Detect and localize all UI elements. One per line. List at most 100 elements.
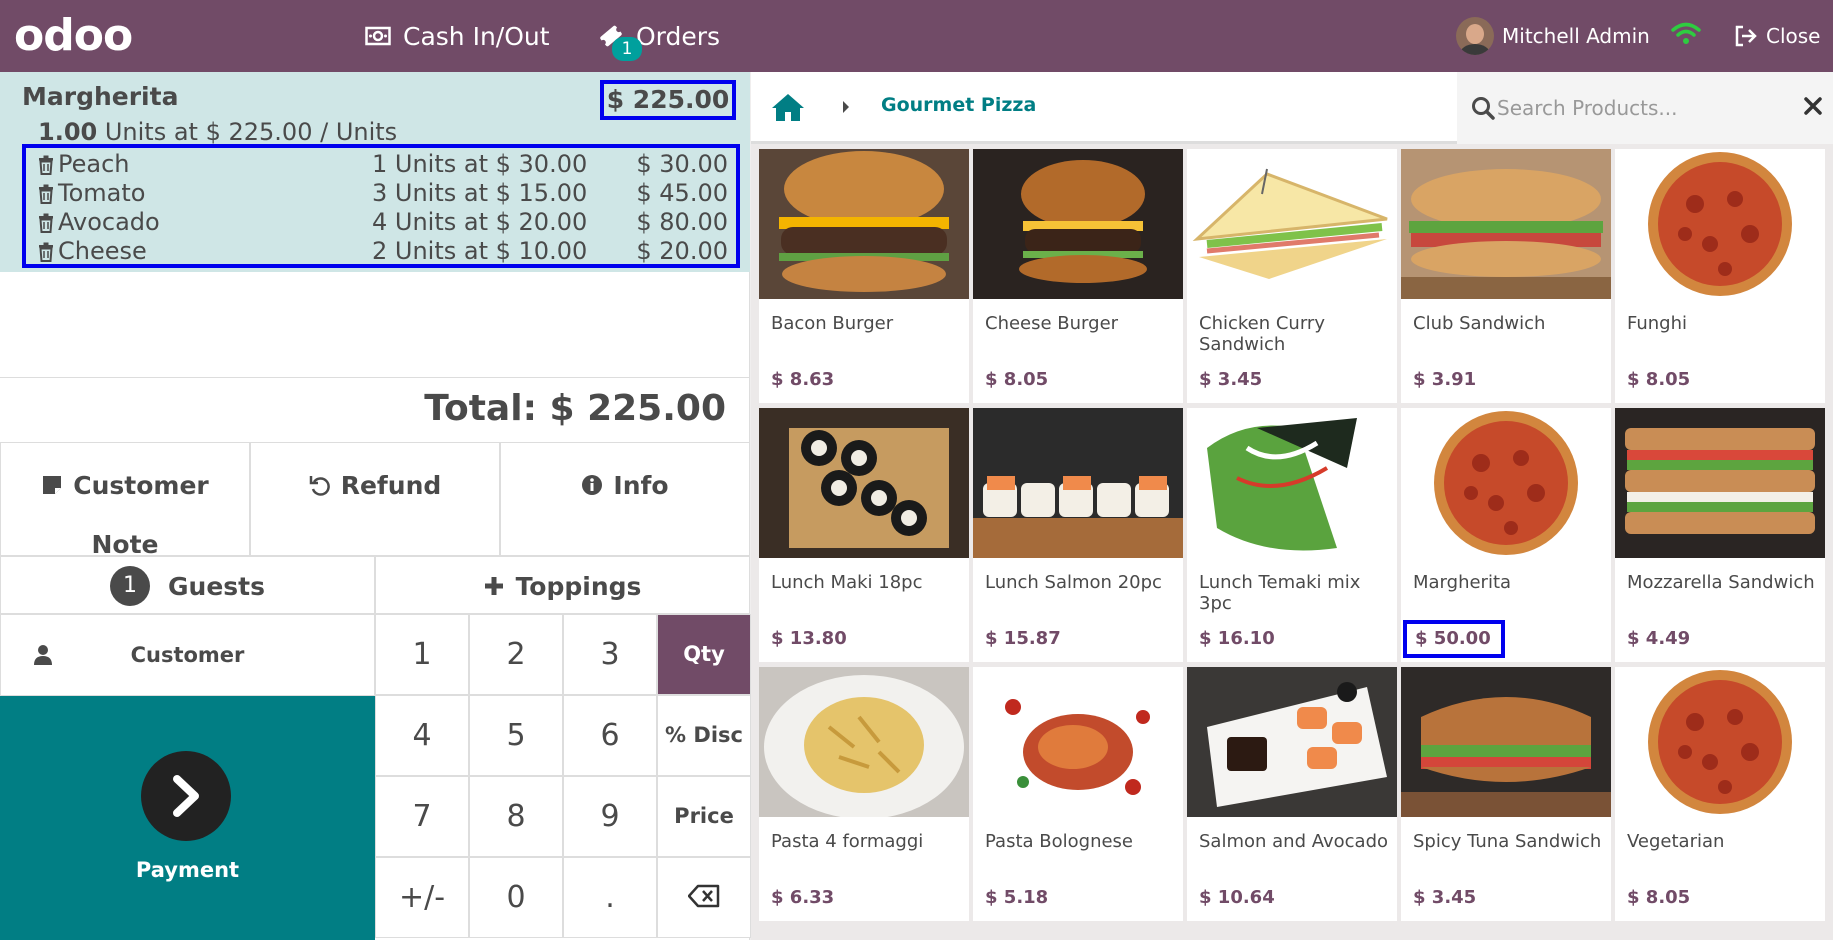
numpad-key-4[interactable]: 4 [375, 695, 469, 776]
home-icon[interactable] [771, 92, 805, 126]
money-bill-icon [365, 26, 391, 46]
product-card-mozzarella-sandwich[interactable]: Mozzarella Sandwich $ 4.49 [1615, 408, 1825, 662]
product-price: $ 3.45 [1199, 369, 1263, 390]
product-image [973, 408, 1183, 558]
search-box [1457, 72, 1833, 144]
info-circle-icon [581, 459, 603, 516]
product-price: $ 16.10 [1199, 628, 1275, 649]
product-card-lunch-salmon[interactable]: Lunch Salmon 20pc $ 15.87 [973, 408, 1183, 662]
toppings-content: Toppings [376, 557, 749, 615]
product-name: Cheese Burger [985, 313, 1119, 334]
cash-in-out-button[interactable]: Cash In/Out [365, 0, 550, 72]
trash-icon[interactable] [38, 240, 54, 268]
numpad-key-decimal[interactable]: . [563, 857, 657, 938]
toppings-button[interactable]: Toppings [375, 556, 750, 614]
close-button[interactable]: Close [1734, 0, 1820, 72]
user-name: Mitchell Admin [1502, 24, 1650, 48]
orders-count-badge: 1 [612, 37, 642, 61]
topping-line: Tomato 3 Units at $ 15.00 $ 45.00 [38, 179, 728, 208]
order-line-info: 1.00 Units at $ 225.00 / Units [38, 118, 398, 146]
numpad-key-0[interactable]: 0 [469, 857, 563, 938]
backspace-icon [687, 859, 720, 938]
topping-line: Peach 1 Units at $ 30.00 $ 30.00 [38, 150, 728, 179]
user-menu[interactable]: Mitchell Admin [1456, 0, 1650, 72]
sticky-note-icon [41, 459, 63, 516]
product-card-salmon-and-avocado[interactable]: Salmon and Avocado $ 10.64 [1187, 667, 1397, 921]
product-price: $ 5.18 [985, 887, 1049, 908]
product-image [1615, 149, 1825, 299]
chevron-right-icon [141, 751, 231, 841]
trash-icon[interactable] [38, 182, 54, 210]
numpad-key-2[interactable]: 2 [469, 614, 563, 695]
numpad-key-3[interactable]: 3 [563, 614, 657, 695]
guests-count-badge: 1 [110, 566, 150, 606]
numpad-mode-qty[interactable]: Qty [657, 614, 751, 695]
backspace-button[interactable] [657, 857, 751, 938]
product-card-margherita[interactable]: Margherita $ 50.00 [1401, 408, 1611, 662]
product-card-pasta-bolognese[interactable]: Pasta Bolognese $ 5.18 [973, 667, 1183, 921]
product-card-cheese-burger[interactable]: Cheese Burger $ 8.05 [973, 149, 1183, 403]
wifi-icon[interactable] [1671, 22, 1701, 50]
trash-icon[interactable] [38, 211, 54, 239]
numpad-key-6[interactable]: 6 [563, 695, 657, 776]
numpad-key-plus-minus[interactable]: +/- [375, 857, 469, 938]
product-image [759, 408, 969, 558]
odoo-logo: odoo [14, 10, 133, 61]
product-name: Spicy Tuna Sandwich [1413, 831, 1602, 852]
orders-button[interactable]: 1 Orders [598, 0, 720, 72]
numpad-key-7[interactable]: 7 [375, 776, 469, 857]
customer-note-button[interactable]: Customer Note [0, 442, 250, 559]
product-card-pasta-4-formaggi[interactable]: Pasta 4 formaggi $ 6.33 [759, 667, 969, 921]
numpad-mode-price[interactable]: Price [657, 776, 751, 857]
selected-order-line[interactable]: Margherita $ 225.00 1.00 Units at $ 225.… [0, 72, 750, 272]
topping-price: $ 20.00 [636, 237, 728, 265]
customer-content: Customer [1, 615, 374, 695]
product-image [1187, 408, 1397, 558]
product-card-vegetarian[interactable]: Vegetarian $ 8.05 [1615, 667, 1825, 921]
product-price: $ 3.91 [1413, 369, 1477, 390]
guests-button[interactable]: 1 Guests [0, 556, 375, 614]
topping-price: $ 80.00 [636, 208, 728, 236]
product-card-club-sandwich[interactable]: Club Sandwich $ 3.91 [1401, 149, 1611, 403]
refund-button[interactable]: Refund [250, 442, 500, 556]
user-icon [33, 644, 53, 671]
breadcrumb[interactable]: Gourmet Pizza [881, 94, 1036, 116]
product-card-funghi[interactable]: Funghi $ 8.05 [1615, 149, 1825, 403]
product-price: $ 8.05 [1627, 369, 1691, 390]
product-price: $ 6.33 [771, 887, 835, 908]
numpad-key-8[interactable]: 8 [469, 776, 563, 857]
orders-label: Orders [636, 21, 721, 51]
toppings-label: Toppings [515, 571, 642, 601]
product-image [973, 149, 1183, 299]
product-name: Margherita [1413, 572, 1512, 593]
product-name: Pasta 4 formaggi [771, 831, 924, 852]
product-card-lunch-temaki[interactable]: Lunch Temaki mix 3pc $ 16.10 [1187, 408, 1397, 662]
customer-button[interactable]: Customer [0, 614, 375, 696]
numpad-mode-discount[interactable]: % Disc [657, 695, 751, 776]
order-total: Total: $ 225.00 [424, 388, 726, 429]
product-card-spicy-tuna-sandwich[interactable]: Spicy Tuna Sandwich $ 3.45 [1401, 667, 1611, 921]
product-card-chicken-curry-sandwich[interactable]: Chicken Curry Sandwich $ 3.45 [1187, 149, 1397, 403]
payment-button[interactable]: Payment [0, 696, 375, 940]
product-name: Lunch Salmon 20pc [985, 572, 1162, 593]
topping-name: Avocado [58, 208, 160, 236]
order-panel: Margherita $ 225.00 1.00 Units at $ 225.… [0, 72, 751, 940]
numpad-key-1[interactable]: 1 [375, 614, 469, 695]
product-image [1187, 149, 1397, 299]
topping-price: $ 30.00 [636, 150, 728, 178]
trash-icon[interactable] [38, 153, 54, 181]
search-input[interactable] [1497, 90, 1787, 126]
numpad-key-5[interactable]: 5 [469, 695, 563, 776]
avatar [1456, 17, 1494, 55]
info-button[interactable]: Info [500, 442, 750, 556]
topping-line: Cheese 2 Units at $ 10.00 $ 20.00 [38, 237, 728, 266]
numpad-key-9[interactable]: 9 [563, 776, 657, 857]
topping-name: Tomato [58, 179, 146, 207]
topping-quantity: 1 Units at $ 30.00 [372, 150, 588, 178]
product-image [1187, 667, 1397, 817]
plus-icon [484, 576, 504, 596]
product-card-bacon-burger[interactable]: Bacon Burger $ 8.63 [759, 149, 969, 403]
product-name: Funghi [1627, 313, 1688, 334]
product-card-lunch-maki[interactable]: Lunch Maki 18pc $ 13.80 [759, 408, 969, 662]
close-icon[interactable] [1803, 96, 1823, 120]
